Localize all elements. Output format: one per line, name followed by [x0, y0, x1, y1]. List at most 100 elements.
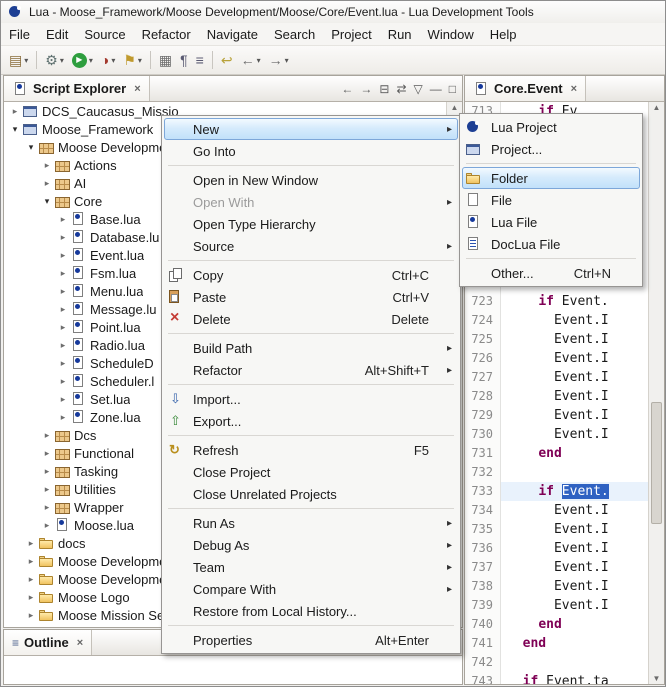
- expander-icon[interactable]: ▸: [40, 502, 54, 513]
- expander-icon[interactable]: ▾: [8, 124, 22, 135]
- code-line-724[interactable]: 724 Event.I: [465, 311, 649, 330]
- collapse-all-button[interactable]: ⊟: [377, 81, 391, 97]
- expander-icon[interactable]: ▸: [40, 520, 54, 531]
- forward-button[interactable]: →▾: [265, 48, 293, 72]
- code-line-735[interactable]: 735 Event.I: [465, 520, 649, 539]
- menubar-item-run[interactable]: Run: [380, 25, 420, 44]
- run-button[interactable]: ▶▾: [68, 48, 97, 72]
- maximize-button[interactable]: □: [447, 81, 458, 97]
- expander-icon[interactable]: ▸: [8, 106, 22, 117]
- context-menu-item-refactor[interactable]: RefactorAlt+Shift+T▸: [164, 359, 458, 381]
- context-menu-item-close-project[interactable]: Close Project: [164, 461, 458, 483]
- code-line-729[interactable]: 729 Event.I: [465, 406, 649, 425]
- code-line-726[interactable]: 726 Event.I: [465, 349, 649, 368]
- tab-outline[interactable]: ≡ Outline ×: [4, 630, 92, 655]
- expander-icon[interactable]: ▸: [40, 160, 54, 171]
- expander-icon[interactable]: ▸: [56, 358, 70, 369]
- context-menu-item-run-as[interactable]: Run As▸: [164, 512, 458, 534]
- context-menu-item-properties[interactable]: PropertiesAlt+Enter: [164, 629, 458, 651]
- context-menu-item-build-path[interactable]: Build Path▸: [164, 337, 458, 359]
- expander-icon[interactable]: ▸: [24, 556, 38, 567]
- code-line-733[interactable]: 733 if Event.: [465, 482, 649, 501]
- code-line-728[interactable]: 728 Event.I: [465, 387, 649, 406]
- editor-scrollbar[interactable]: ▲ ▼: [648, 102, 664, 684]
- menubar-item-refactor[interactable]: Refactor: [134, 25, 199, 44]
- coverage-button[interactable]: ◑▾: [97, 48, 119, 72]
- scroll-down-icon[interactable]: ▼: [649, 674, 664, 683]
- code-line-740[interactable]: 740 end: [465, 615, 649, 634]
- code-line-743[interactable]: 743 if Event.ta: [465, 672, 649, 684]
- code-line-732[interactable]: 732: [465, 463, 649, 482]
- code-text[interactable]: Event.I: [501, 311, 649, 330]
- code-text[interactable]: Event.I: [501, 577, 649, 596]
- code-text[interactable]: Event.I: [501, 387, 649, 406]
- chevron-down-icon[interactable]: ▾: [285, 56, 289, 65]
- menubar-item-source[interactable]: Source: [76, 25, 133, 44]
- forward-history-button[interactable]: →: [358, 81, 374, 97]
- expander-icon[interactable]: ▸: [40, 178, 54, 189]
- scroll-up-icon[interactable]: ▲: [447, 103, 462, 112]
- expander-icon[interactable]: ▸: [40, 430, 54, 441]
- expander-icon[interactable]: ▸: [56, 394, 70, 405]
- menubar-item-file[interactable]: File: [1, 25, 38, 44]
- menubar-item-navigate[interactable]: Navigate: [199, 25, 266, 44]
- menubar-item-window[interactable]: Window: [420, 25, 482, 44]
- code-text[interactable]: Event.I: [501, 425, 649, 444]
- code-text[interactable]: Event.I: [501, 501, 649, 520]
- expander-icon[interactable]: ▸: [24, 610, 38, 621]
- menubar-item-help[interactable]: Help: [482, 25, 525, 44]
- submenu-item-file[interactable]: File: [462, 189, 640, 211]
- expander-icon[interactable]: ▾: [24, 142, 38, 153]
- code-text[interactable]: end: [501, 615, 649, 634]
- expander-icon[interactable]: ▸: [56, 340, 70, 351]
- code-text[interactable]: Event.I: [501, 520, 649, 539]
- submenu-item-doclua-file[interactable]: DocLua File: [462, 233, 640, 255]
- chevron-down-icon[interactable]: ▾: [257, 56, 261, 65]
- code-line-734[interactable]: 734 Event.I: [465, 501, 649, 520]
- code-text[interactable]: Event.I: [501, 596, 649, 615]
- code-text[interactable]: Event.I: [501, 406, 649, 425]
- view-menu-button[interactable]: ▽: [412, 81, 425, 97]
- code-text[interactable]: Event.I: [501, 539, 649, 558]
- code-text[interactable]: if Event.: [501, 482, 649, 501]
- code-text[interactable]: Event.I: [501, 558, 649, 577]
- context-menu-item-export[interactable]: Export...: [164, 410, 458, 432]
- code-line-742[interactable]: 742: [465, 653, 649, 672]
- submenu-item-lua-project[interactable]: Lua Project: [462, 116, 640, 138]
- code-line-739[interactable]: 739 Event.I: [465, 596, 649, 615]
- debug-button[interactable]: ⚙▾: [41, 48, 68, 72]
- submenu-item-other[interactable]: Other...Ctrl+N: [462, 262, 640, 284]
- expander-icon[interactable]: ▸: [56, 322, 70, 333]
- context-menu-item-refresh[interactable]: RefreshF5: [164, 439, 458, 461]
- context-menu-item-open-in-new-window[interactable]: Open in New Window: [164, 169, 458, 191]
- context-menu-item-new[interactable]: New▸: [164, 118, 458, 140]
- context-menu-item-go-into[interactable]: Go Into: [164, 140, 458, 162]
- code-line-738[interactable]: 738 Event.I: [465, 577, 649, 596]
- expander-icon[interactable]: ▸: [40, 484, 54, 495]
- tab-script-explorer[interactable]: Script Explorer ×: [4, 76, 150, 101]
- code-line-723[interactable]: 723 if Event.: [465, 292, 649, 311]
- code-line-737[interactable]: 737 Event.I: [465, 558, 649, 577]
- chevron-down-icon[interactable]: ▾: [60, 56, 64, 65]
- last-edit-location-button[interactable]: ↩: [217, 48, 237, 72]
- code-text[interactable]: Event.I: [501, 330, 649, 349]
- menubar-item-search[interactable]: Search: [266, 25, 323, 44]
- context-menu-item-import[interactable]: Import...: [164, 388, 458, 410]
- code-text[interactable]: if Event.ta: [501, 672, 649, 684]
- submenu-item-lua-file[interactable]: Lua File: [462, 211, 640, 233]
- close-icon[interactable]: ×: [77, 637, 83, 649]
- context-menu-item-source[interactable]: Source▸: [164, 235, 458, 257]
- code-line-731[interactable]: 731 end: [465, 444, 649, 463]
- expander-icon[interactable]: ▸: [56, 304, 70, 315]
- code-text[interactable]: Event.I: [501, 368, 649, 387]
- context-menu-item-open-type-hierarchy[interactable]: Open Type Hierarchy: [164, 213, 458, 235]
- expander-icon[interactable]: ▸: [24, 538, 38, 549]
- code-line-730[interactable]: 730 Event.I: [465, 425, 649, 444]
- code-line-727[interactable]: 727 Event.I: [465, 368, 649, 387]
- expander-icon[interactable]: ▾: [40, 196, 54, 207]
- context-menu-item-restore-from-local-history[interactable]: Restore from Local History...: [164, 600, 458, 622]
- expander-icon[interactable]: ▸: [56, 250, 70, 261]
- code-text[interactable]: [501, 463, 649, 482]
- mark-occurrences-button[interactable]: ▦: [155, 48, 176, 72]
- context-menu-item-team[interactable]: Team▸: [164, 556, 458, 578]
